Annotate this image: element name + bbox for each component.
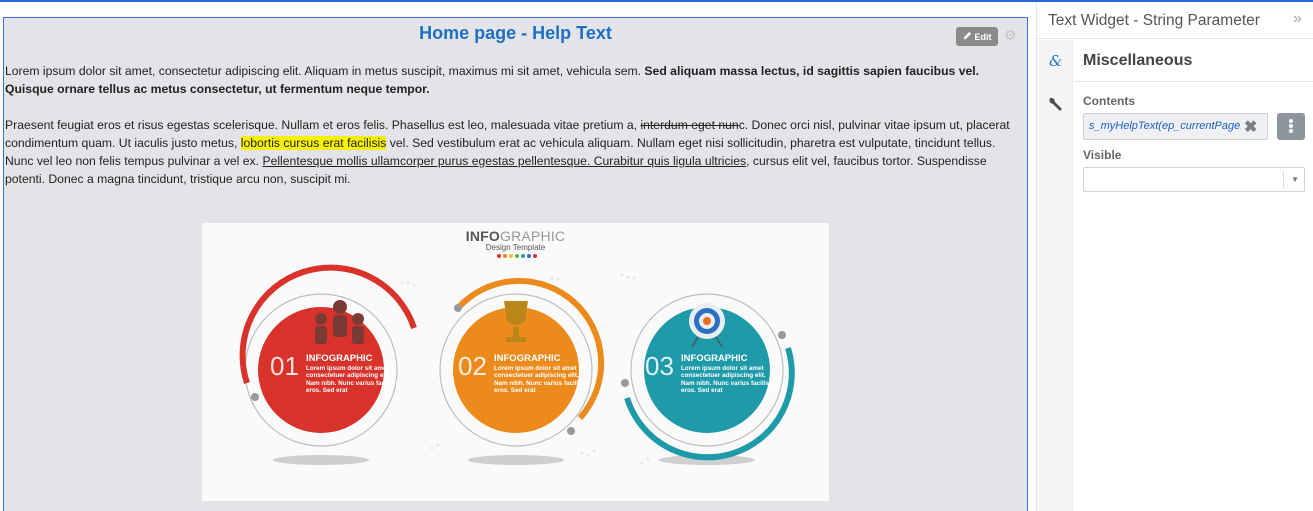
- vertical-dots-icon: [1289, 119, 1293, 123]
- paragraph-2-text-a: Praesent feugiat eros et risus egestas s…: [5, 118, 641, 132]
- design-canvas: Home page - Help Text Edit ⚙ Lorem ipsum…: [0, 2, 1036, 511]
- pencil-icon: [963, 31, 972, 42]
- panel-tab-rail: &: [1037, 40, 1073, 511]
- paragraph-2: Praesent feugiat eros et risus egestas s…: [5, 116, 1023, 188]
- gear-icon[interactable]: ⚙: [1004, 27, 1018, 43]
- edit-button-label: Edit: [974, 31, 992, 42]
- infographic-subtitle: Design Template: [485, 243, 546, 252]
- step-2-label: INFOGRAPHIC: [494, 353, 561, 364]
- visible-label: Visible: [1083, 148, 1122, 162]
- section-title: Miscellaneous: [1083, 52, 1193, 69]
- infographic-title-bold: INFO: [465, 228, 501, 244]
- select-separator: [1283, 171, 1284, 188]
- step-3-label: INFOGRAPHIC: [681, 353, 748, 364]
- clear-icon[interactable]: ✖: [1244, 117, 1257, 137]
- more-options-button[interactable]: [1277, 113, 1305, 140]
- collapse-icon[interactable]: »: [1293, 10, 1302, 28]
- step-1-number: 01: [270, 351, 299, 381]
- step-2-text: Lorem ipsum dolor sit amet consectetuer …: [494, 365, 588, 395]
- visible-select[interactable]: ▼: [1083, 167, 1305, 192]
- panel-title: Text Widget - String Parameter: [1048, 12, 1260, 29]
- step-2-number: 02: [458, 351, 487, 381]
- infographic-image: INFOGRAPHIC Design Template 01 INFOGRAPH…: [202, 223, 829, 501]
- properties-panel: Text Widget - String Parameter » & Misce…: [1036, 2, 1313, 511]
- panel-header: Text Widget - String Parameter »: [1037, 2, 1313, 39]
- paragraph-1-text: Lorem ipsum dolor sit amet, consectetur …: [5, 64, 645, 78]
- step-3-number: 03: [645, 351, 674, 381]
- step-1-label: INFOGRAPHIC: [306, 353, 373, 364]
- svg-text:&: &: [1049, 52, 1062, 70]
- palette-dots: [497, 254, 537, 258]
- ampersand-icon[interactable]: &: [1047, 52, 1063, 70]
- strikethrough-text: interdum eget nun: [640, 118, 739, 132]
- contents-value[interactable]: s_myHelpText(ep_currentPageId: [1089, 120, 1241, 132]
- chevron-down-icon: ▼: [1291, 175, 1299, 184]
- text-widget[interactable]: Home page - Help Text Edit ⚙ Lorem ipsum…: [3, 17, 1028, 511]
- infographic-title-light: GRAPHIC: [500, 228, 566, 244]
- infographic-header: INFOGRAPHIC Design Template: [202, 228, 829, 252]
- contents-label: Contents: [1083, 94, 1135, 108]
- underlined-text: Pellentesque mollis ullamcorper purus eg…: [262, 154, 747, 168]
- highlighted-text: lobortis cursus erat facilisis: [240, 136, 387, 150]
- paragraph-1: Lorem ipsum dolor sit amet, consectetur …: [5, 62, 1023, 98]
- step-1-text: Lorem ipsum dolor sit amet consectetuer …: [306, 365, 400, 395]
- contents-field[interactable]: s_myHelpText(ep_currentPageId ✖: [1083, 113, 1268, 140]
- wrench-icon[interactable]: [1047, 95, 1063, 113]
- widget-title: Home page - Help Text: [419, 23, 612, 43]
- step-3-text: Lorem ipsum dolor sit amet consectetuer …: [681, 365, 775, 395]
- infographic-title: INFOGRAPHIC: [202, 228, 829, 244]
- section-divider: [1074, 81, 1313, 82]
- edit-button[interactable]: Edit: [956, 27, 998, 46]
